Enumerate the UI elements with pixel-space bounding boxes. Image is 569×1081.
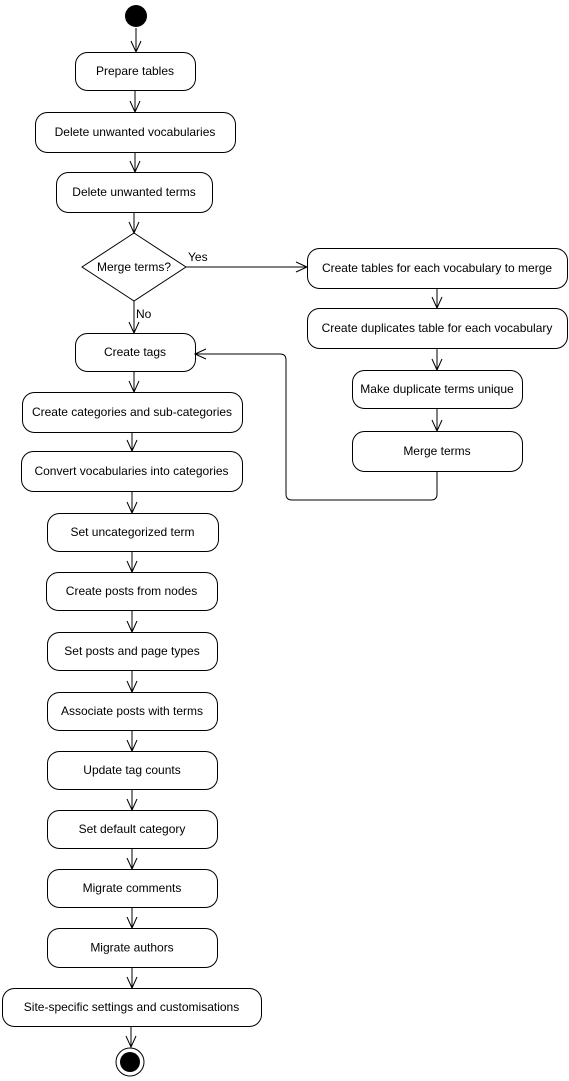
activity-label-defcat: Set default category <box>79 822 186 836</box>
end-node-inner <box>120 1052 140 1072</box>
activity-label-convert: Convert vocabularies into categories <box>34 464 228 478</box>
activity-label-types: Set posts and page types <box>64 644 199 658</box>
activity-label-merge: Merge terms <box>403 444 470 458</box>
activity-diagram: Prepare tables Delete unwanted vocabulari… <box>0 0 569 1081</box>
activity-label-site: Site-specific settings and customisation… <box>24 1000 239 1014</box>
activity-label-uncat: Set uncategorized term <box>70 525 194 539</box>
activity-label-ctables: Create tables for each vocabulary to mer… <box>322 261 552 275</box>
activity-label-unique: Make duplicate terms unique <box>360 382 514 396</box>
activity-label-assoc: Associate posts with terms <box>61 704 203 718</box>
decision-label: Merge terms? <box>97 260 171 274</box>
activity-label-cats: Create categories and sub-categories <box>32 405 232 419</box>
activity-label-tags: Create tags <box>104 345 166 359</box>
yes-label: Yes <box>188 250 208 264</box>
activity-label-posts: Create posts from nodes <box>66 584 197 598</box>
activity-label-authors: Migrate authors <box>90 941 173 955</box>
activity-label-counts: Update tag counts <box>83 763 180 777</box>
diagram-canvas: Prepare tables Delete unwanted vocabulari… <box>2 5 568 1077</box>
activity-label-prepare: Prepare tables <box>96 64 174 78</box>
start-node <box>125 5 147 27</box>
activity-label-cdup: Create duplicates table for each vocabul… <box>322 321 553 335</box>
no-label: No <box>136 307 152 321</box>
activity-label-delvoc: Delete unwanted vocabularies <box>55 125 216 139</box>
activity-label-delterms: Delete unwanted terms <box>72 185 195 199</box>
activity-label-comments: Migrate comments <box>83 881 182 895</box>
